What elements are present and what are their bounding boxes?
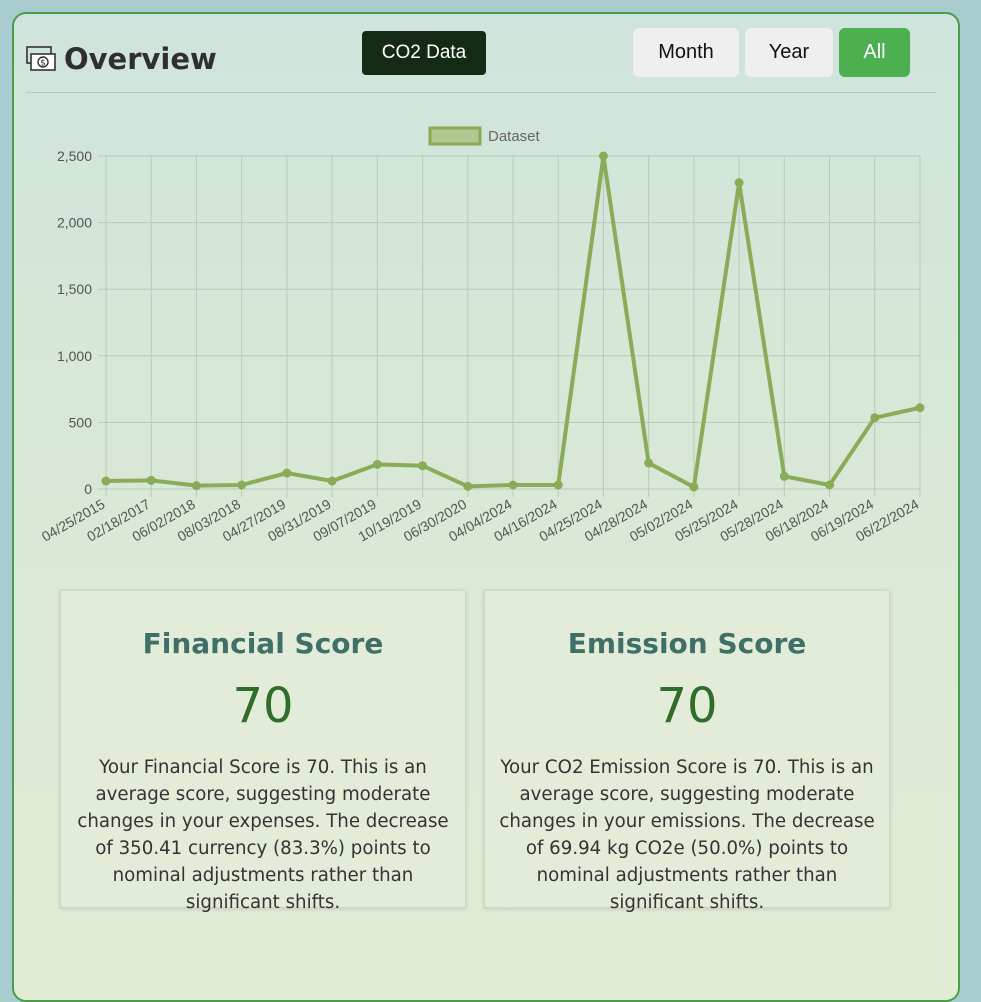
- financial-score-value: 70: [232, 678, 294, 734]
- y-tick-label: 1,000: [57, 348, 92, 364]
- data-point[interactable]: [282, 468, 292, 478]
- data-point[interactable]: [327, 476, 337, 486]
- financial-score-card: Financial Score 70 Your Financial Score …: [60, 590, 466, 913]
- y-tick-label: 2,000: [57, 215, 92, 231]
- data-point[interactable]: [418, 461, 428, 471]
- emission-score-value: 70: [656, 678, 718, 734]
- financial-score-description: Your Financial Score is 70. This is an a…: [77, 757, 449, 913]
- data-point[interactable]: [779, 471, 789, 481]
- data-point[interactable]: [870, 413, 880, 423]
- data-point[interactable]: [146, 475, 156, 485]
- data-point[interactable]: [734, 178, 744, 188]
- data-point[interactable]: [237, 480, 247, 490]
- data-point[interactable]: [598, 151, 608, 161]
- x-axis-ticks: 04/25/201502/18/201706/02/201808/03/2018…: [39, 496, 922, 545]
- co2-line-chart: 0 500 1,000 1,500 2,000 2,500 04/25/201502/18…: [39, 126, 925, 545]
- emission-score-card: Emission Score 70 Your CO2 Emission Scor…: [484, 590, 890, 913]
- emission-score-title: Emission Score: [567, 627, 807, 660]
- data-point[interactable]: [825, 480, 835, 490]
- data-point[interactable]: [101, 476, 111, 486]
- data-point[interactable]: [553, 480, 563, 490]
- data-point[interactable]: [372, 459, 382, 469]
- emission-score-description: Your CO2 Emission Score is 70. This is a…: [499, 757, 875, 913]
- chart-legend: Dataset: [428, 126, 541, 146]
- chart-grid: [98, 155, 921, 497]
- data-point[interactable]: [508, 480, 518, 490]
- data-point[interactable]: [915, 403, 925, 413]
- y-tick-label: 2,500: [57, 148, 92, 164]
- data-point[interactable]: [191, 481, 201, 491]
- financial-score-title: Financial Score: [142, 627, 384, 660]
- data-point[interactable]: [689, 482, 699, 492]
- y-tick-label: 1,500: [57, 281, 92, 297]
- y-tick-label: 0: [84, 481, 92, 497]
- legend-label[interactable]: Dataset: [488, 128, 541, 145]
- legend-swatch[interactable]: [428, 126, 482, 146]
- y-tick-label: 500: [69, 414, 93, 430]
- data-point[interactable]: [463, 481, 473, 491]
- y-axis-ticks: 0 500 1,000 1,500 2,000 2,500: [57, 148, 92, 497]
- data-point[interactable]: [644, 458, 654, 468]
